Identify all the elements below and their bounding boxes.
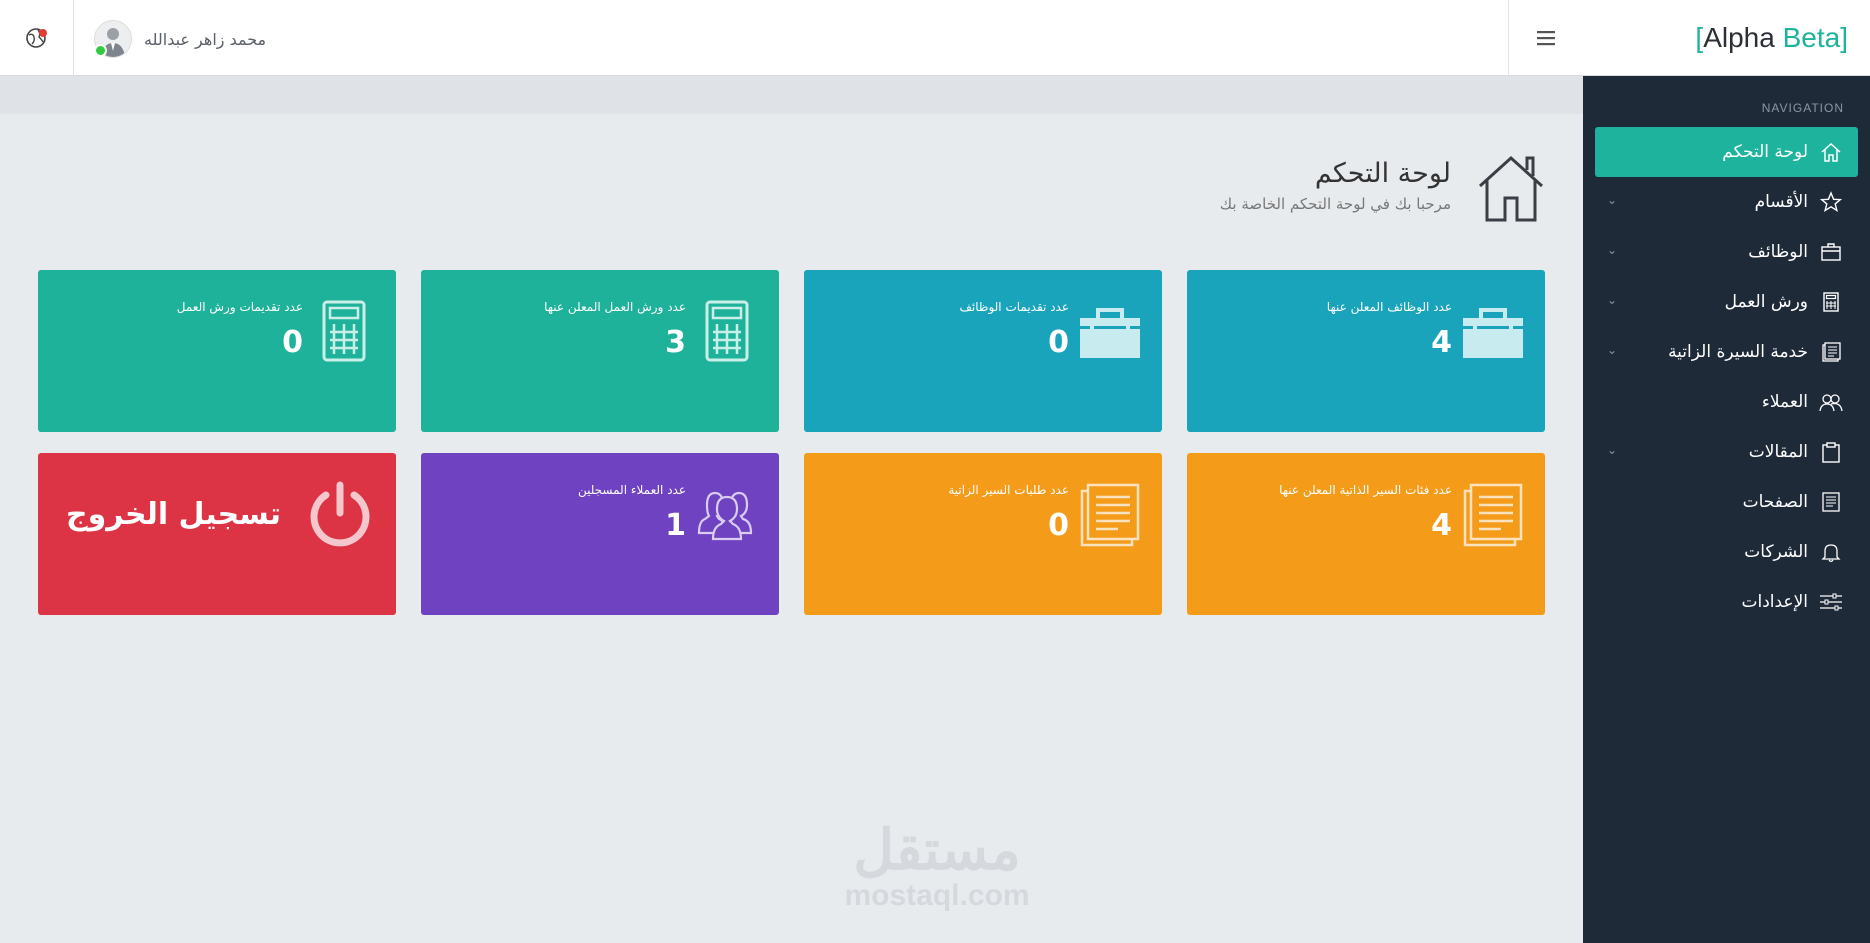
- calculator-icon: [1818, 289, 1844, 315]
- watermark-latin: mostaql.com: [844, 879, 1030, 912]
- sidebar-item-cv-service[interactable]: ⌄ خدمة السيرة الزاتية: [1595, 327, 1858, 377]
- logo-bracket-close: ]: [1840, 21, 1848, 53]
- sidebar-item-label: الوظائف: [1748, 242, 1808, 262]
- document-icon: [1818, 339, 1844, 365]
- chevron-down-icon: ⌄: [1607, 443, 1618, 457]
- sidebar-item-pages[interactable]: الصفحات: [1595, 477, 1858, 527]
- sidebar-item-label: الأقسام: [1754, 192, 1808, 212]
- stat-label: عدد طلبات السير الزاتية: [948, 483, 1069, 497]
- home-icon: [1478, 155, 1544, 222]
- bell-icon: [1818, 539, 1844, 565]
- hamburger-icon: [1537, 31, 1555, 46]
- stat-card-workshops[interactable]: عدد ورش العمل المعلن عنها 3: [421, 270, 779, 432]
- sidebar-item-settings[interactable]: الإعدادات: [1595, 577, 1858, 627]
- sidebar-item-sections[interactable]: ⌄ الأقسام: [1595, 177, 1858, 227]
- stat-value: 4: [1431, 508, 1452, 543]
- stat-value: 1: [665, 508, 686, 543]
- stat-label: عدد العملاء المسجلين: [577, 483, 686, 497]
- stat-value: 0: [1048, 325, 1069, 360]
- sidebar-item-label: العملاء: [1761, 392, 1808, 412]
- page-header: لوحة التحكم مرحبا بك في لوحة التحكم الخا…: [1220, 152, 1545, 222]
- logo-alpha: Alpha: [1703, 21, 1775, 53]
- user-menu[interactable]: محمد زاهر عبدالله: [94, 20, 266, 58]
- stat-value: 0: [282, 325, 303, 360]
- home-icon: [1818, 139, 1844, 165]
- sidebar-item-jobs[interactable]: ⌄ الوظائف: [1595, 227, 1858, 277]
- calculator-icon: [322, 300, 366, 362]
- stat-card-jobs[interactable]: عدد الوظائف المعلن عنها 4: [1187, 270, 1545, 432]
- stat-label: عدد فئات السير الذاتية المعلن عنها: [1279, 483, 1452, 497]
- language-button[interactable]: [0, 0, 74, 76]
- page-subtitle: مرحبا بك في لوحة التحكم الخاصة بك: [1219, 195, 1451, 213]
- menu-toggle-button[interactable]: [1508, 0, 1583, 76]
- clipboard-icon: [1818, 439, 1844, 465]
- stat-card-cv-categories[interactable]: عدد فئات السير الذاتية المعلن عنها 4: [1187, 453, 1545, 615]
- chevron-down-icon: ⌄: [1607, 293, 1618, 307]
- logout-button[interactable]: تسجيل الخروج: [38, 453, 396, 615]
- sliders-icon: [1818, 589, 1844, 615]
- sidebar: [Alpha Beta] NAVIGATION لوحة التحكم ⌄ ال…: [1583, 0, 1870, 943]
- stat-card-cv-requests[interactable]: عدد طلبات السير الزاتية 0: [804, 453, 1162, 615]
- stat-label: عدد تقديمات الوظائف: [959, 300, 1069, 314]
- stat-value: 4: [1431, 325, 1452, 360]
- briefcase-icon: [1818, 239, 1844, 265]
- stat-card-workshop-applications[interactable]: عدد تقديمات ورش العمل 0: [38, 270, 396, 432]
- brand-logo[interactable]: [Alpha Beta]: [1583, 0, 1870, 76]
- calculator-icon: [705, 300, 749, 362]
- page-icon: [1818, 489, 1844, 515]
- logo-bracket-open: [: [1695, 21, 1704, 53]
- stat-label: عدد ورش العمل المعلن عنها: [544, 300, 686, 314]
- online-status-dot: [94, 44, 107, 57]
- chevron-down-icon: ⌄: [1607, 193, 1618, 207]
- globe-icon: [25, 28, 47, 48]
- chevron-down-icon: ⌄: [1607, 243, 1618, 257]
- sidebar-item-workshops[interactable]: ⌄ ورش العمل: [1595, 277, 1858, 327]
- top-bar: محمد زاهر عبدالله: [0, 0, 1583, 76]
- stat-card-clients[interactable]: عدد العملاء المسجلين 1: [421, 453, 779, 615]
- user-name: محمد زاهر عبدالله: [144, 29, 267, 49]
- sidebar-item-label: الصفحات: [1742, 492, 1808, 512]
- sidebar-item-label: لوحة التحكم: [1722, 142, 1808, 162]
- sidebar-item-label: الشركات: [1744, 542, 1808, 562]
- stat-card-job-applications[interactable]: عدد تقديمات الوظائف 0: [804, 270, 1162, 432]
- stat-value: 0: [1048, 508, 1069, 543]
- briefcase-icon: [1080, 308, 1140, 358]
- nav-section-label: NAVIGATION: [1761, 101, 1844, 115]
- sidebar-item-companies[interactable]: الشركات: [1595, 527, 1858, 577]
- stat-label: عدد الوظائف المعلن عنها: [1326, 300, 1452, 314]
- sidebar-item-label: المقالات: [1748, 442, 1808, 462]
- users-icon: [697, 491, 753, 541]
- document-icon: [1463, 483, 1523, 547]
- document-icon: [1080, 483, 1140, 547]
- users-icon: [1818, 389, 1844, 415]
- star-icon: [1818, 189, 1844, 215]
- watermark-arabic: مستقل: [853, 818, 1021, 881]
- briefcase-icon: [1463, 308, 1523, 358]
- logout-label: تسجيل الخروج: [66, 497, 281, 532]
- sidebar-item-articles[interactable]: ⌄ المقالات: [1595, 427, 1858, 477]
- page-title: لوحة التحكم: [1314, 158, 1451, 189]
- watermark: مستقل mostaql.com: [822, 820, 1052, 912]
- chevron-down-icon: ⌄: [1607, 343, 1618, 357]
- sub-header-bar: [0, 76, 1583, 114]
- stat-value: 3: [665, 325, 686, 360]
- stat-label: عدد تقديمات ورش العمل: [176, 300, 303, 314]
- sidebar-item-label: الإعدادات: [1741, 592, 1808, 612]
- sidebar-item-label: خدمة السيرة الزاتية: [1668, 342, 1808, 362]
- sidebar-item-clients[interactable]: العملاء: [1595, 377, 1858, 427]
- logo-beta: Beta: [1782, 21, 1841, 53]
- power-icon: [310, 481, 370, 547]
- sidebar-item-dashboard[interactable]: لوحة التحكم: [1595, 127, 1858, 177]
- sidebar-item-label: ورش العمل: [1724, 292, 1808, 312]
